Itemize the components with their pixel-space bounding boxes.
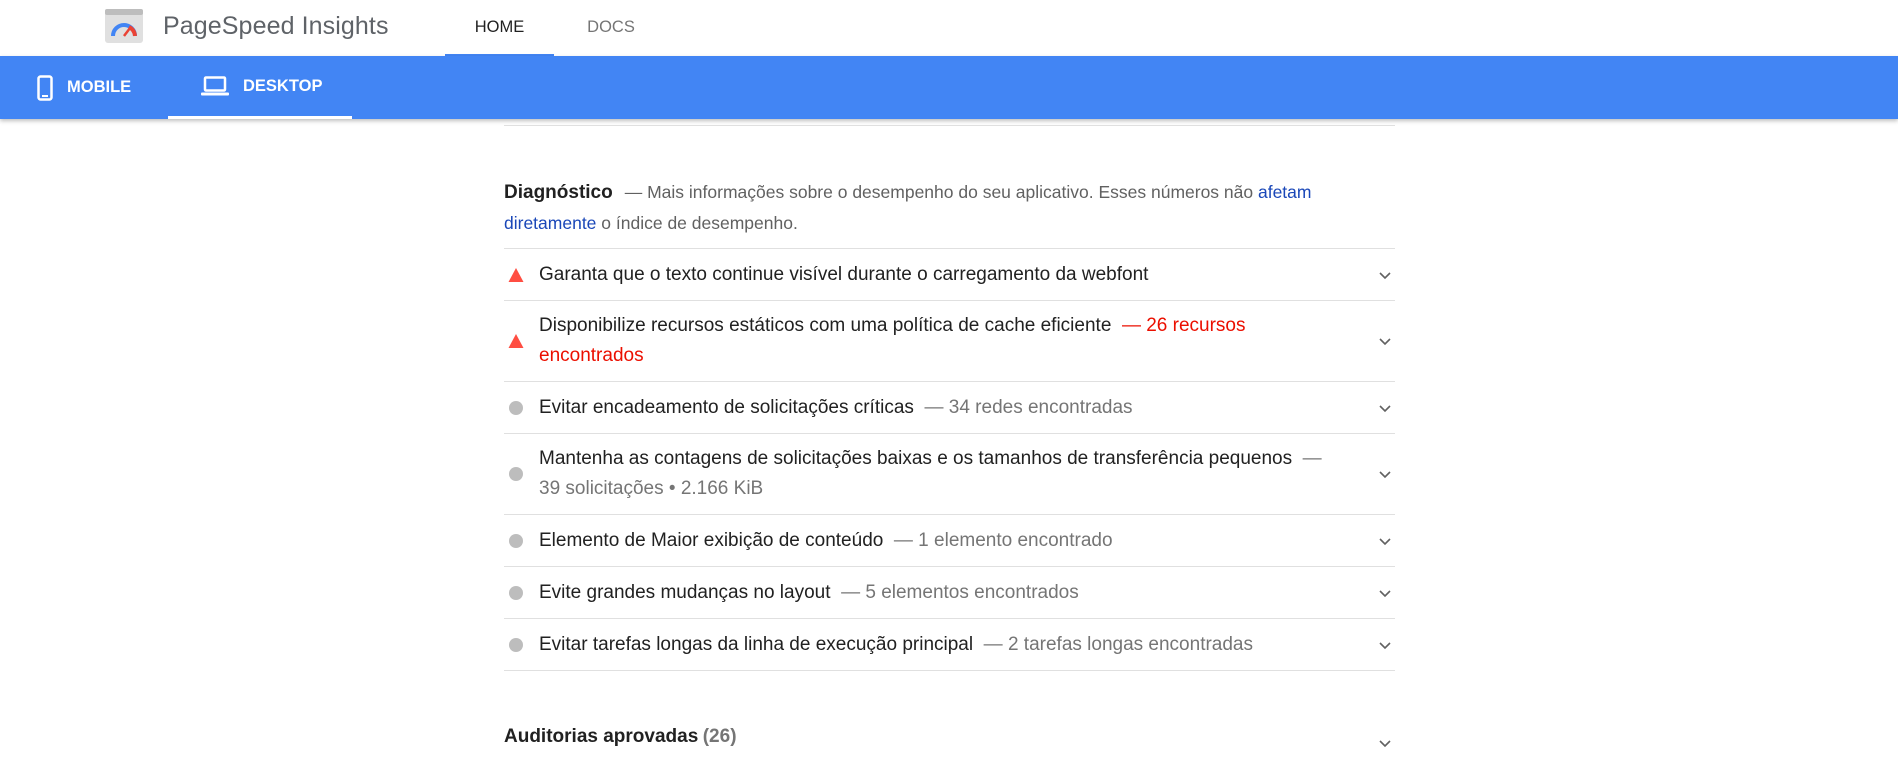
audit-row[interactable]: Disponibilize recursos estáticos com uma… — [504, 301, 1395, 382]
audit-detail: — 34 redes encontradas — [924, 396, 1133, 418]
chevron-down-icon[interactable] — [1377, 637, 1393, 653]
fail-triangle-icon — [508, 334, 524, 348]
chevron-down-icon[interactable] — [1377, 533, 1393, 549]
audit-text: Evitar tarefas longas da linha de execuç… — [539, 630, 1339, 660]
audit-title: Garanta que o texto continue visível dur… — [539, 263, 1149, 285]
tab-mobile[interactable]: MOBILE — [37, 56, 167, 119]
diagnostics-title: Diagnóstico — [504, 182, 613, 203]
phone-icon — [37, 74, 53, 101]
audit-title: Evitar tarefas longas da linha de execuç… — [539, 633, 974, 655]
chevron-down-icon[interactable] — [1377, 735, 1393, 751]
audit-row[interactable]: Mantenha as contagens de solicitações ba… — [504, 434, 1395, 515]
passed-audits-label: Auditorias aprovadas — [504, 726, 699, 747]
audit-text: Disponibilize recursos estáticos com uma… — [539, 311, 1339, 371]
audit-detail: — 2 tarefas longas encontradas — [983, 633, 1254, 655]
app-title[interactable]: PageSpeed Insights — [163, 12, 389, 41]
diagnostics-header: Diagnóstico — Mais informações sobre o de… — [504, 177, 1334, 239]
audit-text: Evitar encadeamento de solicitações crít… — [539, 393, 1339, 423]
chevron-down-icon[interactable] — [1377, 333, 1393, 349]
top-header: PageSpeed Insights HOME DOCS — [0, 0, 1898, 56]
audit-text: Garanta que o texto continue visível dur… — [539, 260, 1339, 290]
passed-audits-count: (26) — [702, 726, 737, 747]
audit-title: Mantenha as contagens de solicitações ba… — [539, 448, 1293, 469]
audit-row[interactable]: Elemento de Maior exibição de conteúdo —… — [504, 515, 1395, 567]
tab-desktop[interactable]: DESKTOP — [168, 56, 352, 119]
section-divider — [504, 125, 1395, 126]
audit-title: Disponibilize recursos estáticos com uma… — [539, 315, 1112, 336]
chevron-down-icon[interactable] — [1377, 466, 1393, 482]
audit-text: Elemento de Maior exibição de conteúdo —… — [539, 526, 1339, 556]
audit-row[interactable]: Evite grandes mudanças no layout — 5 ele… — [504, 567, 1395, 619]
neutral-dot-icon — [508, 400, 524, 416]
tab-home[interactable]: HOME — [445, 0, 554, 56]
audit-detail: — 5 elementos encontrados — [841, 581, 1079, 603]
chevron-down-icon[interactable] — [1377, 400, 1393, 416]
audit-title: Evitar encadeamento de solicitações crít… — [539, 396, 914, 418]
neutral-dot-icon — [508, 466, 524, 482]
chevron-down-icon[interactable] — [1377, 585, 1393, 601]
pagespeed-gauge-icon[interactable] — [105, 9, 143, 43]
tab-mobile-label: MOBILE — [67, 78, 132, 96]
device-selector-bar: MOBILE DESKTOP — [0, 56, 1898, 119]
audit-text: Evite grandes mudanças no layout — 5 ele… — [539, 578, 1339, 608]
audit-detail: — 1 elemento encontrado — [893, 529, 1113, 551]
neutral-dot-icon — [508, 585, 524, 601]
audit-text: Mantenha as contagens de solicitações ba… — [539, 444, 1339, 504]
audit-title: Evite grandes mudanças no layout — [539, 581, 831, 603]
diagnostics-description-end: o índice de desempenho. — [596, 213, 798, 233]
audit-row[interactable]: Garanta que o texto continue visível dur… — [504, 249, 1395, 301]
diagnostics-audit-list: Garanta que o texto continue visível dur… — [504, 248, 1395, 671]
fail-triangle-icon — [508, 267, 524, 282]
audit-row[interactable]: Evitar encadeamento de solicitações crít… — [504, 382, 1395, 434]
laptop-icon — [201, 76, 229, 96]
passed-audits-toggle[interactable]: Auditorias aprovadas (26) — [504, 722, 1395, 752]
tab-docs[interactable]: DOCS — [565, 0, 657, 56]
tab-desktop-label: DESKTOP — [243, 76, 323, 95]
diagnostics-description: — Mais informações sobre o desempenho do… — [624, 182, 1258, 202]
neutral-dot-icon — [508, 533, 524, 549]
chevron-down-icon[interactable] — [1377, 267, 1393, 283]
neutral-dot-icon — [508, 637, 524, 653]
audit-row[interactable]: Evitar tarefas longas da linha de execuç… — [504, 619, 1395, 671]
audit-title: Elemento de Maior exibição de conteúdo — [539, 529, 884, 551]
